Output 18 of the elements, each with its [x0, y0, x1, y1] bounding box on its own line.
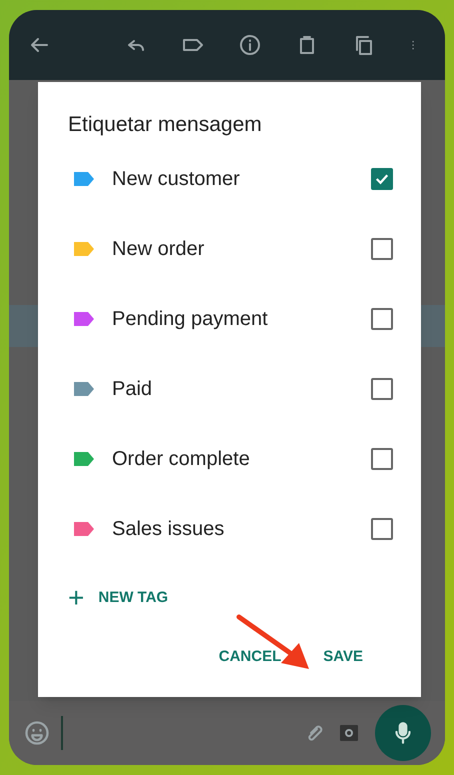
- info-icon[interactable]: [238, 33, 262, 57]
- tag-label: Sales issues: [112, 517, 226, 542]
- dialog-title: Etiquetar mensagem: [68, 112, 263, 138]
- new-tag-button[interactable]: + NEW TAG: [68, 584, 168, 612]
- tag-checkbox[interactable]: [371, 518, 393, 540]
- tag-checkbox[interactable]: [371, 168, 393, 190]
- tag-checkbox[interactable]: [371, 448, 393, 470]
- tag-label: Paid: [112, 377, 154, 402]
- tag-label: Pending payment: [112, 307, 269, 332]
- tag-label: New order: [112, 237, 206, 262]
- tag-label: New customer: [112, 167, 241, 192]
- save-button[interactable]: SAVE: [323, 646, 363, 668]
- tag-checkbox[interactable]: [371, 378, 393, 400]
- tag-label: Order complete: [112, 447, 251, 472]
- emoji-icon[interactable]: [23, 719, 51, 747]
- tag-checkbox[interactable]: [371, 238, 393, 260]
- cancel-button[interactable]: CANCEL: [218, 646, 282, 668]
- tag-checkbox[interactable]: [371, 308, 393, 330]
